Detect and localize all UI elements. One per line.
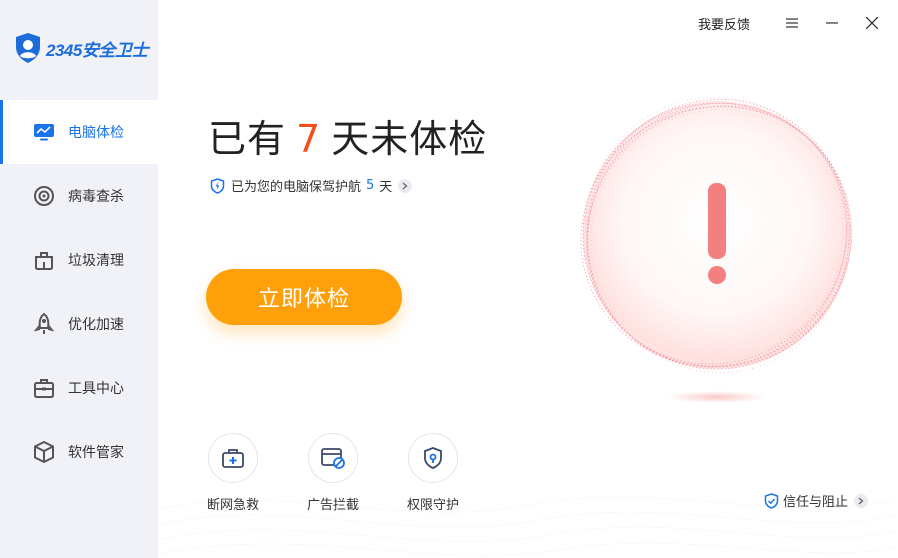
start-checkup-button[interactable]: 立即体检	[206, 269, 402, 325]
menu-button[interactable]	[772, 0, 812, 46]
minimize-icon	[826, 22, 838, 24]
protection-suffix: 天	[379, 180, 393, 195]
sidebar-item-label: 病毒查杀	[68, 189, 124, 205]
ad-block-icon	[308, 433, 358, 483]
quick-action-network-rescue[interactable]: 断网急救	[198, 433, 268, 513]
sidebar-item-junk-clean[interactable]: 垃圾清理	[0, 228, 158, 292]
title-bar: 我要反馈	[698, 0, 898, 46]
first-aid-icon	[208, 433, 258, 483]
trust-and-block-link[interactable]: 信任与阻止	[764, 491, 868, 510]
close-icon	[866, 17, 878, 29]
decorative-wave-background	[158, 496, 898, 556]
monitor-icon	[32, 120, 56, 144]
quick-action-label: 断网急救	[206, 498, 259, 513]
logo-text: 2345安全卫士	[46, 41, 148, 60]
quick-action-ad-block[interactable]: 广告拦截	[298, 433, 368, 513]
checkup-status-headline: 已有 7 天未体检	[208, 108, 487, 163]
protection-prefix: 已为您的电脑保驾护航	[231, 180, 362, 195]
exclamation-icon	[580, 97, 853, 403]
rocket-icon	[32, 312, 56, 336]
sidebar-item-label: 垃圾清理	[68, 253, 124, 269]
feedback-link[interactable]: 我要反馈	[698, 14, 750, 33]
sidebar-item-tool-center[interactable]: 工具中心	[0, 356, 158, 420]
box-icon	[32, 440, 56, 464]
close-button[interactable]	[852, 0, 892, 46]
trash-icon	[32, 248, 56, 272]
shield-check-icon	[764, 492, 779, 509]
protection-days-line[interactable]: 已为您的电脑保驾护航 5 天	[210, 176, 413, 195]
sidebar-item-pc-checkup[interactable]: 电脑体检	[0, 100, 158, 164]
toolbox-icon	[32, 376, 56, 400]
headline-prefix: 已有	[208, 117, 287, 161]
chevron-right-icon	[854, 493, 868, 508]
minimize-button[interactable]	[812, 0, 852, 46]
sidebar-item-virus-scan[interactable]: 病毒查杀	[0, 164, 158, 228]
quick-action-label: 权限守护	[406, 498, 459, 513]
shield-bolt-icon	[210, 177, 225, 194]
headline-suffix: 天未体检	[331, 117, 488, 161]
chevron-right-icon	[398, 178, 413, 193]
shield-logo-icon	[16, 33, 40, 63]
menu-icon	[786, 18, 798, 28]
lock-shield-icon	[408, 433, 458, 483]
sidebar-item-label: 优化加速	[68, 317, 124, 333]
protection-days-count: 5	[366, 178, 375, 193]
sidebar-item-optimize[interactable]: 优化加速	[0, 292, 158, 356]
target-icon	[32, 184, 56, 208]
sidebar: 2345安全卫士 电脑体检 病毒查杀 垃圾清理 优化加速 工具中心 软件管家	[0, 0, 158, 558]
app-logo: 2345安全卫士	[0, 0, 158, 100]
sidebar-item-label: 电脑体检	[68, 125, 124, 141]
trust-label: 信任与阻止	[782, 495, 848, 510]
quick-action-permission-guard[interactable]: 权限守护	[398, 433, 468, 513]
sidebar-nav: 电脑体检 病毒查杀 垃圾清理 优化加速 工具中心 软件管家	[0, 100, 158, 484]
sidebar-item-software-manager[interactable]: 软件管家	[0, 420, 158, 484]
sidebar-item-label: 软件管家	[68, 445, 124, 461]
sidebar-item-label: 工具中心	[68, 381, 124, 397]
quick-action-label: 广告拦截	[306, 498, 359, 513]
days-unchecked-count: 7	[296, 117, 322, 161]
